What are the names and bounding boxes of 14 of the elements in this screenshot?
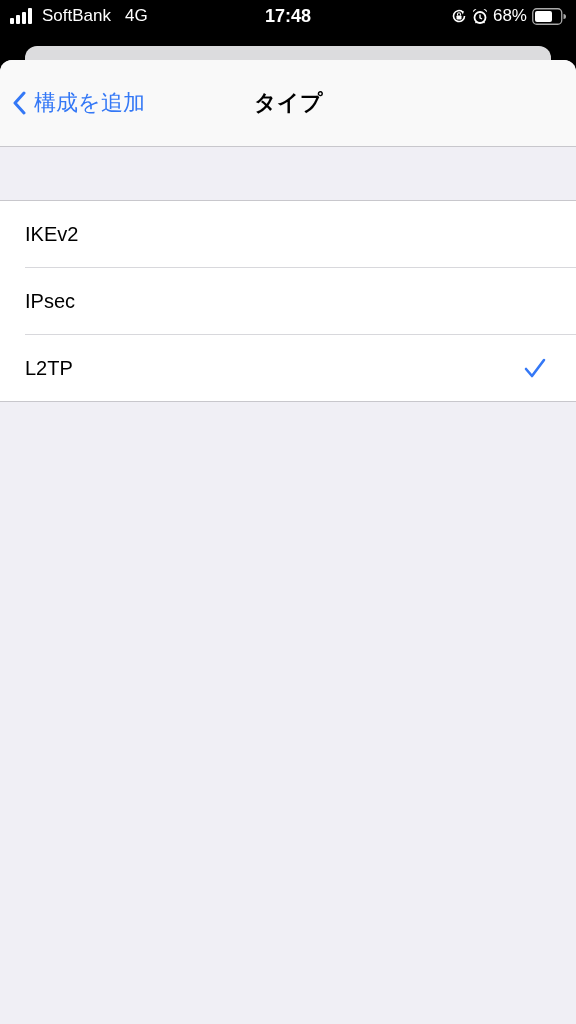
back-button[interactable]: 構成を追加	[0, 88, 145, 118]
alarm-clock-icon	[471, 7, 488, 25]
clock-time: 17:48	[264, 5, 311, 27]
option-row[interactable]: IKEv2	[25, 201, 576, 268]
rotation-lock-icon	[450, 8, 467, 24]
option-row[interactable]: L2TP	[25, 335, 576, 401]
battery-percentage: 68%	[492, 6, 527, 26]
battery-icon	[532, 7, 566, 25]
chevron-left-icon	[12, 91, 26, 115]
carrier-name: SoftBank	[42, 6, 111, 26]
option-row[interactable]: IPsec	[25, 268, 576, 335]
screen-title: タイプ	[253, 89, 323, 117]
network-type: 4G	[125, 6, 148, 26]
checkmark-icon	[524, 357, 546, 379]
